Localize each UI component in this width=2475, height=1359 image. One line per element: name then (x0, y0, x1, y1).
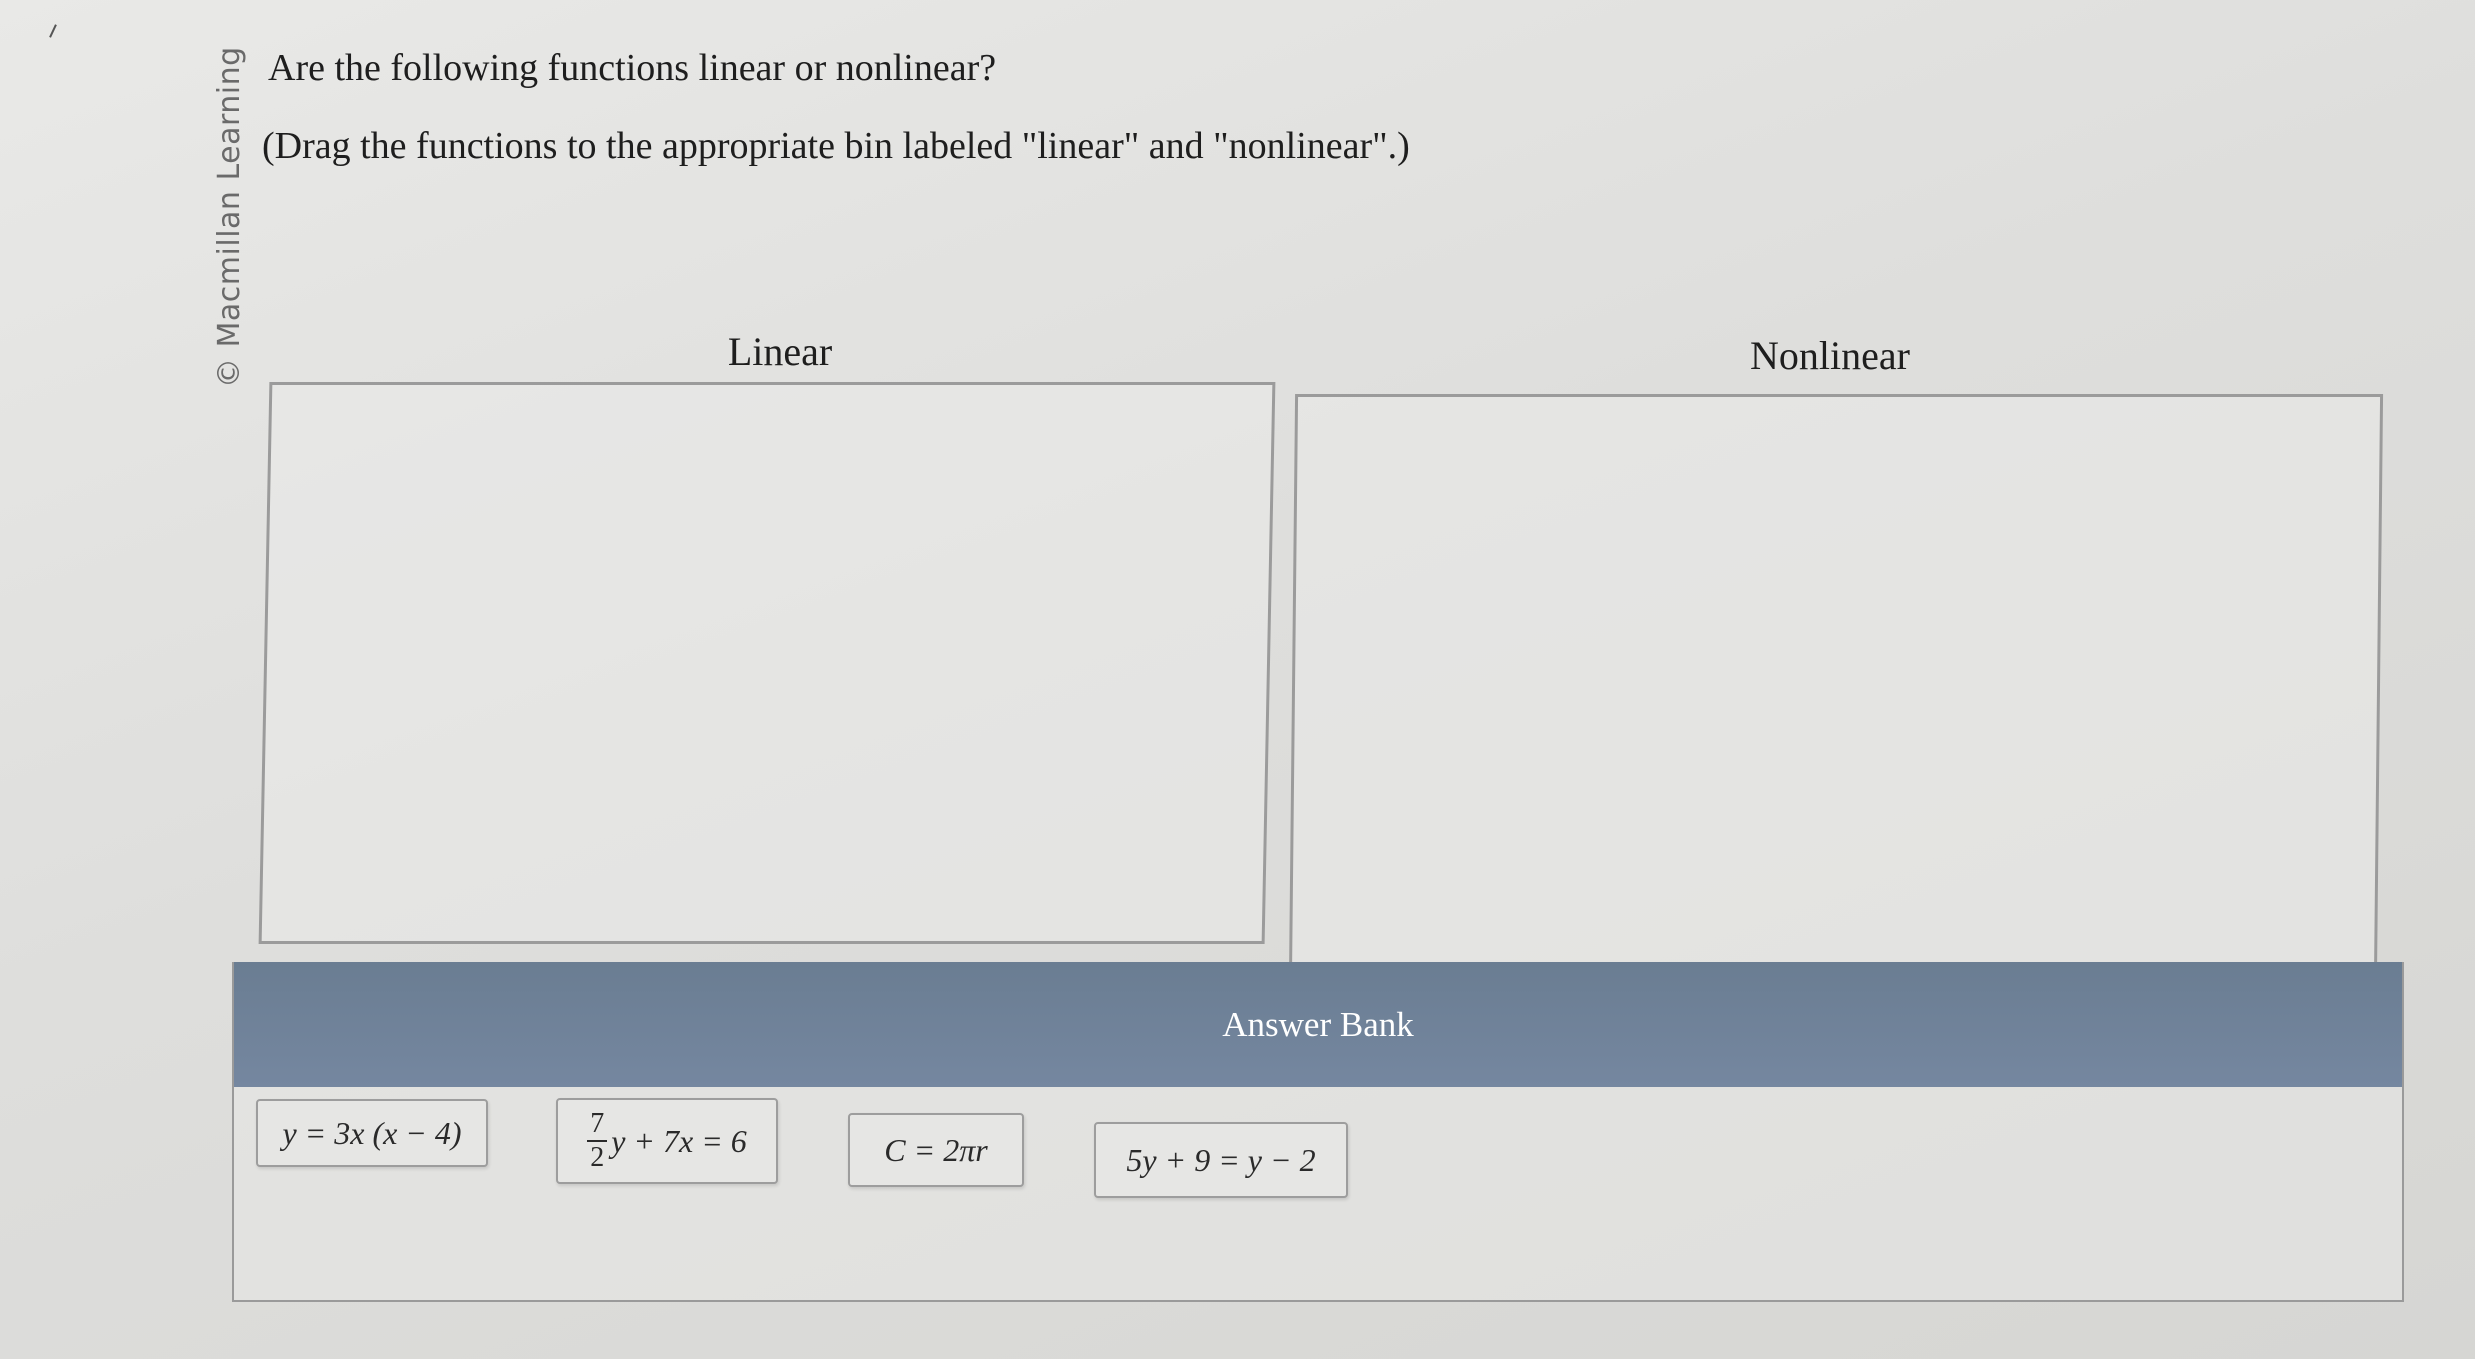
answer-bank: Answer Bank y = 3x (x − 4) 7 2 y + 7x = … (232, 962, 2404, 1302)
linear-bin-label: Linear (727, 329, 833, 374)
answer-tile-label: C = 2πr (884, 1131, 988, 1168)
fraction-numerator: 7 (590, 1108, 605, 1139)
answer-tile-label: y + 7x = 6 (611, 1122, 747, 1159)
answer-tile[interactable]: 5y + 9 = y − 2 (1094, 1122, 1348, 1198)
stray-mark (49, 24, 57, 38)
answer-tile[interactable]: y = 3x (x − 4) (256, 1099, 488, 1167)
answer-tile[interactable]: C = 2πr (848, 1113, 1024, 1187)
answer-tile[interactable]: 7 2 y + 7x = 6 (556, 1098, 778, 1184)
answer-bank-header: Answer Bank (234, 962, 2402, 1087)
instruction-text: (Drag the functions to the appropriate b… (262, 125, 1410, 167)
nonlinear-bin-label: Nonlinear (1750, 333, 1910, 378)
linear-drop-bin[interactable] (258, 382, 1276, 944)
brand-watermark: © Macmillan Learning (212, 46, 247, 388)
fraction: 7 2 (587, 1108, 608, 1173)
answer-tile-label: 5y + 9 = y − 2 (1126, 1141, 1316, 1178)
question-text: Are the following functions linear or no… (268, 47, 997, 89)
fraction-denominator: 2 (590, 1142, 605, 1173)
nonlinear-drop-bin[interactable] (1288, 394, 2384, 984)
answer-tile-label: y = 3x (x − 4) (282, 1114, 462, 1151)
